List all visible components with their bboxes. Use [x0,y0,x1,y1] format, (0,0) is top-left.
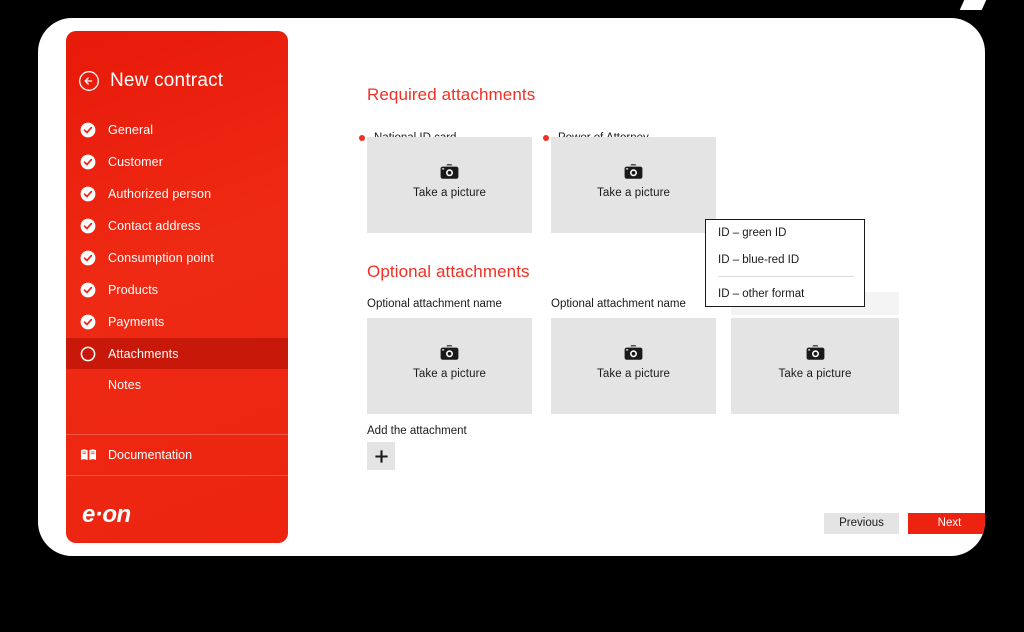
check-circle-icon [80,154,96,170]
sidebar-item-label: Payments [108,315,165,329]
next-button[interactable]: Next [908,513,985,534]
screen-root: New contract General Customer Authorized… [0,0,1024,632]
check-circle-icon [80,282,96,298]
check-circle-icon [80,314,96,330]
sidebar-item-label: Authorized person [108,187,212,201]
sidebar-item-contact-address[interactable]: Contact address [66,210,288,242]
brand-logo: e·on [82,501,131,528]
take-picture-label: Take a picture [597,368,670,380]
take-picture-card-power-of-attorney[interactable]: Take a picture [551,137,716,233]
sidebar-item-authorized-person[interactable]: Authorized person [66,178,288,210]
camera-icon [624,164,643,180]
take-picture-label: Take a picture [597,187,670,199]
sidebar-item-products[interactable]: Products [66,274,288,306]
take-picture-card-optional-0[interactable]: Take a picture [367,318,532,414]
camera-cta-wrap: Take a picture [731,345,899,380]
required-bullet-icon [543,135,549,141]
add-attachment-label: Add the attachment [367,425,467,437]
plus-icon [374,449,388,463]
camera-cta-wrap: Take a picture [367,345,532,380]
check-circle-icon [80,250,96,266]
take-picture-card-national-id[interactable]: Take a picture [367,137,532,233]
camera-icon [624,345,643,361]
device-frame: New contract General Customer Authorized… [38,18,985,556]
id-type-dropdown-menu[interactable]: ID – green ID ID – blue-red ID ID – othe… [705,219,865,307]
take-picture-label: Take a picture [778,368,852,380]
take-picture-label: Take a picture [413,187,486,199]
optional-attachment-label-1: Optional attachment name [551,298,686,310]
dropdown-separator [718,276,854,277]
book-icon [80,448,97,462]
sidebar-item-label: Documentation [108,448,193,462]
camera-icon [440,345,459,361]
sidebar-item-notes[interactable]: Notes [66,369,288,401]
sidebar-item-label: General [108,123,154,137]
add-attachment-button[interactable] [367,442,395,470]
page-title: New contract [110,70,224,91]
sidebar-item-attachments[interactable]: Attachments [66,338,288,369]
optional-attachment-label-0: Optional attachment name [367,298,502,310]
dropdown-option-green-id[interactable]: ID – green ID [706,220,864,247]
camera-cta-wrap: Take a picture [551,345,716,380]
sidebar-item-label: Attachments [108,346,179,361]
camera-cta-wrap: Take a picture [551,164,716,199]
required-bullet-icon [359,135,365,141]
optional-attachments-title: Optional attachments [367,262,530,281]
take-picture-label: Take a picture [413,368,486,380]
empty-circle-icon [80,346,96,362]
dropdown-option-blue-red-id[interactable]: ID – blue-red ID [706,247,864,274]
sidebar-item-payments[interactable]: Payments [66,306,288,338]
required-attachments-title: Required attachments [367,85,536,104]
sidebar-item-label: Products [108,283,159,297]
camera-icon [440,164,459,180]
back-arrow-circle-icon[interactable] [78,70,100,92]
sidebar-item-documentation[interactable]: Documentation [66,435,288,475]
sidebar-header: New contract [66,64,288,98]
camera-cta-wrap: Take a picture [367,164,532,199]
main-content: Required attachments National ID card Po… [328,31,985,556]
sidebar-item-consumption-point[interactable]: Consumption point [66,242,288,274]
sidebar: New contract General Customer Authorized… [66,31,288,543]
sidebar-item-general[interactable]: General [66,114,288,146]
sidebar-nav: General Customer Authorized person Conta… [66,114,288,401]
device-notch [959,0,987,10]
previous-button[interactable]: Previous [824,513,899,534]
take-picture-card-optional-1[interactable]: Take a picture [551,318,716,414]
sidebar-item-label: Notes [108,378,142,392]
sidebar-divider-bottom [66,475,288,476]
dropdown-option-other-format[interactable]: ID – other format [706,281,864,308]
sidebar-item-customer[interactable]: Customer [66,146,288,178]
take-picture-card-optional-2[interactable]: Take a picture [731,318,899,414]
sidebar-item-label: Contact address [108,219,201,233]
check-circle-icon [80,186,96,202]
check-circle-icon [80,122,96,138]
sidebar-item-label: Customer [108,155,163,169]
sidebar-item-label: Consumption point [108,251,214,265]
camera-icon [806,345,825,361]
check-circle-icon [80,218,96,234]
